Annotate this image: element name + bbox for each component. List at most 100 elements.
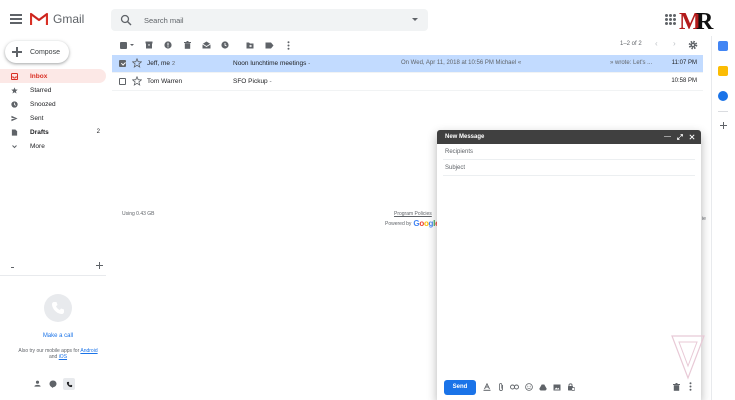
hangouts-status-dash: [11, 266, 14, 268]
google-drive-icon[interactable]: [538, 383, 547, 392]
row-checkbox[interactable]: [119, 60, 126, 67]
mark-as-read-icon[interactable]: [201, 40, 211, 50]
inbox-icon: [11, 72, 18, 80]
search-bar[interactable]: Search mail: [111, 9, 428, 31]
move-to-folder-icon[interactable]: [245, 40, 255, 50]
side-panel: [711, 36, 735, 400]
mobile-apps-note: Also try our mobile apps for Android and…: [0, 348, 116, 361]
email-time: 11:07 PM: [671, 60, 697, 66]
tasks-icon[interactable]: [718, 91, 728, 101]
email-row[interactable]: Jeff, me 2 Noon lunchtime meetings - On W…: [112, 55, 703, 73]
delete-icon[interactable]: [182, 40, 192, 50]
draft-icon: [11, 128, 18, 136]
subject-text: SFO Pickup: [233, 78, 268, 85]
clock-icon: [11, 100, 18, 108]
apps-grid-icon[interactable]: [665, 14, 676, 25]
subject-separator: -: [269, 78, 272, 85]
app-name: Gmail: [53, 12, 85, 26]
thread-count: 2: [172, 61, 176, 67]
email-time: 10:58 PM: [671, 78, 697, 84]
get-addons-icon[interactable]: [720, 122, 727, 129]
email-row[interactable]: Tom Warren SFO Pickup - 10:58 PM: [112, 73, 703, 91]
contacts-icon[interactable]: [33, 379, 42, 388]
and-text: and: [48, 354, 58, 361]
sidebar-item-drafts[interactable]: Drafts 2: [0, 125, 106, 139]
phone-icon[interactable]: [63, 378, 75, 390]
send-icon: [11, 115, 18, 122]
confidential-mode-icon[interactable]: [566, 383, 575, 392]
google-wordmark: Google: [413, 219, 439, 228]
ios-link[interactable]: iOS: [59, 354, 67, 360]
send-button[interactable]: Send: [444, 379, 476, 395]
sidebar-item-starred[interactable]: Starred: [0, 83, 106, 97]
hangouts-chat-icon[interactable]: [48, 379, 57, 388]
close-icon[interactable]: [688, 133, 695, 140]
fullscreen-icon[interactable]: [676, 133, 683, 140]
compose-footer: Send: [437, 374, 701, 400]
attachment-icon[interactable]: [496, 383, 505, 392]
sidebar-item-more[interactable]: More: [0, 139, 106, 153]
compose-header[interactable]: New Message —: [437, 130, 701, 144]
snooze-icon[interactable]: [220, 40, 230, 50]
compose-more-options-icon[interactable]: [686, 382, 695, 391]
archive-icon[interactable]: [144, 40, 154, 50]
link-icon[interactable]: [510, 383, 519, 392]
search-options-icon[interactable]: [412, 18, 418, 21]
discard-draft-icon[interactable]: [672, 382, 681, 391]
sidebar-nav: Inbox Starred Snoozed Sent Drafts 2 More: [0, 69, 106, 153]
text-format-icon[interactable]: [482, 383, 491, 392]
label-icon[interactable]: [264, 40, 274, 50]
hangouts-tabs: [33, 378, 75, 390]
minimize-icon[interactable]: —: [664, 133, 671, 140]
sidebar-item-sent[interactable]: Sent: [0, 111, 106, 125]
emoji-icon[interactable]: [524, 383, 533, 392]
select-options-chevron-icon[interactable]: [130, 44, 134, 46]
mail-list: Jeff, me 2 Noon lunchtime meetings - On W…: [112, 55, 703, 91]
gear-icon[interactable]: [688, 40, 698, 50]
select-all-checkbox[interactable]: [118, 40, 128, 50]
sender-name: Jeff, me: [147, 60, 171, 67]
last-activity-text: ie: [702, 216, 706, 222]
gmail-logo[interactable]: Gmail: [30, 12, 84, 26]
watermark-letter-r: R: [696, 9, 714, 35]
sidebar-item-label: Inbox: [30, 72, 48, 80]
main-menu-icon[interactable]: [10, 14, 22, 26]
email-subject: Noon lunchtime meetings -: [233, 60, 310, 67]
newer-page-icon[interactable]: ›: [673, 40, 681, 48]
hangouts-add-icon[interactable]: [96, 262, 103, 269]
checkbox-icon: [119, 41, 127, 49]
insert-photo-icon[interactable]: [552, 383, 561, 392]
make-call-link[interactable]: Make a call: [0, 333, 116, 339]
report-spam-icon[interactable]: [163, 40, 173, 50]
drafts-count: 2: [96, 129, 100, 135]
row-checkbox[interactable]: [119, 78, 126, 85]
compose-tools: [482, 383, 575, 392]
keep-icon[interactable]: [718, 66, 728, 76]
email-sender: Jeff, me 2: [147, 60, 175, 67]
recipients-field[interactable]: Recipients: [443, 144, 695, 160]
hangouts-user[interactable]: [11, 262, 103, 272]
sender-name: Tom Warren: [147, 78, 183, 85]
calendar-icon[interactable]: [718, 41, 728, 51]
star-icon[interactable]: [132, 58, 142, 68]
compose-window: New Message — Recipients Subject Send: [437, 130, 701, 400]
star-icon[interactable]: [132, 76, 142, 86]
search-icon[interactable]: [120, 14, 132, 26]
sidebar-item-snoozed[interactable]: Snoozed: [0, 97, 106, 111]
search-input[interactable]: Search mail: [144, 16, 184, 25]
program-policies-link[interactable]: Program Policies: [394, 211, 432, 217]
mail-toolbar: [118, 39, 302, 51]
email-subject: SFO Pickup -: [233, 78, 272, 85]
gmail-m-icon: [30, 12, 48, 25]
star-icon: [11, 86, 18, 94]
android-link[interactable]: Android: [80, 348, 97, 354]
sidebar-divider: [0, 275, 106, 276]
compose-window-controls: —: [664, 133, 695, 140]
sidebar-item-inbox[interactable]: Inbox: [0, 69, 106, 83]
email-snippet: On Wed, Apr 11, 2018 at 10:56 PM Michael…: [401, 60, 522, 66]
older-page-icon[interactable]: ‹: [655, 40, 663, 48]
subject-field[interactable]: Subject: [443, 160, 695, 176]
compose-button[interactable]: Compose: [5, 41, 69, 63]
more-options-icon[interactable]: [283, 40, 293, 50]
mobile-apps-text: Also try our mobile apps for: [18, 348, 80, 354]
